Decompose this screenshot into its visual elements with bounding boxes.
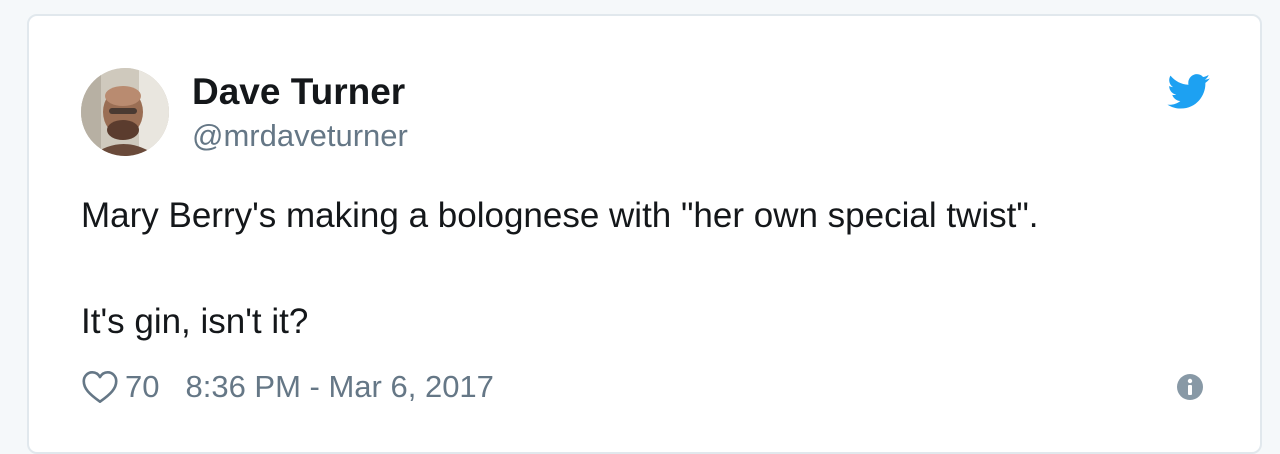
author-name[interactable]: Dave Turner xyxy=(192,71,405,113)
twitter-bird-icon[interactable] xyxy=(1167,74,1211,110)
info-circle-icon[interactable] xyxy=(1176,373,1204,401)
heart-outline-icon xyxy=(82,371,118,403)
avatar[interactable] xyxy=(81,68,169,156)
tweet-text: Mary Berry's making a bolognese with "he… xyxy=(81,194,1038,344)
tweet-text-line2: It's gin, isn't it? xyxy=(81,302,309,341)
tweet-card: Dave Turner @mrdaveturner Mary Berry's m… xyxy=(27,14,1262,454)
tweet-text-line1: Mary Berry's making a bolognese with "he… xyxy=(81,196,1039,235)
like-count: 70 xyxy=(125,369,160,404)
timestamp[interactable]: 8:36 PM - Mar 6, 2017 xyxy=(185,369,493,405)
tweet-footer: 70 8:36 PM - Mar 6, 2017 xyxy=(81,366,494,408)
author-handle[interactable]: @mrdaveturner xyxy=(192,118,408,154)
like-button[interactable]: 70 xyxy=(81,369,185,405)
